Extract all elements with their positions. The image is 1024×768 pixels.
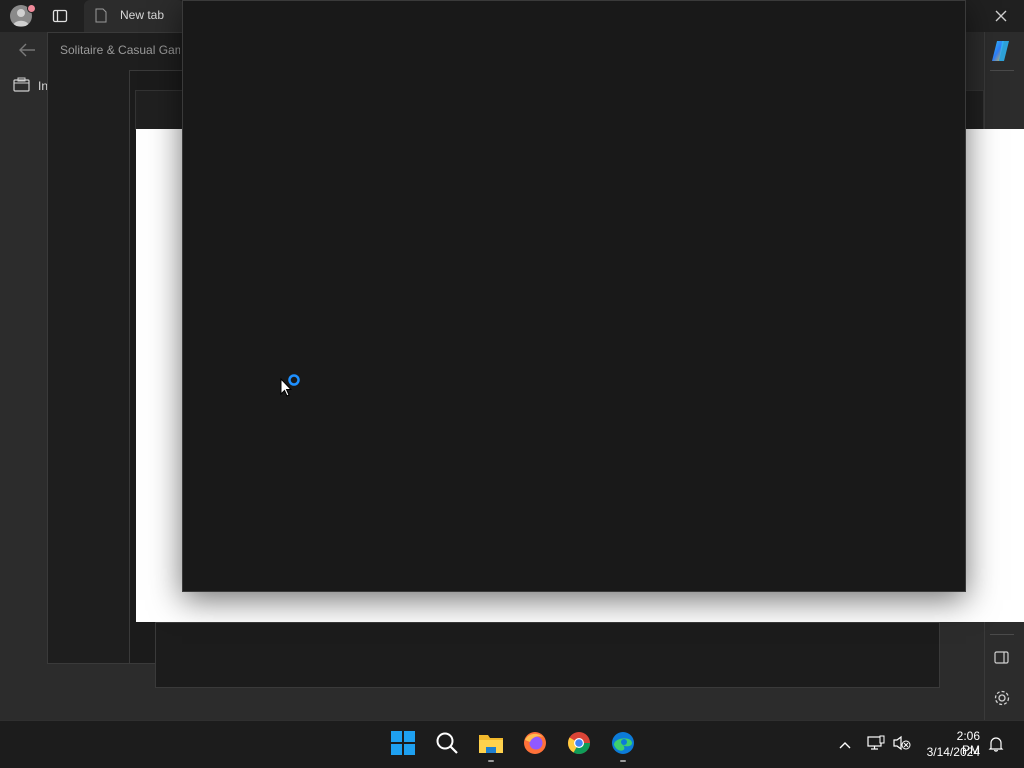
firefox-icon — [524, 732, 546, 754]
browser-side-area — [0, 68, 47, 720]
notification-dot — [27, 4, 36, 13]
game-window-title: Solitaire & Casual Gam — [60, 43, 180, 57]
close-window-button[interactable] — [994, 9, 1008, 28]
gear-icon — [994, 690, 1010, 706]
sidebar-settings-button[interactable] — [993, 689, 1011, 712]
close-icon — [995, 10, 1007, 22]
clock-date[interactable]: 3/14/2024 — [920, 745, 980, 759]
busy-spinner — [287, 373, 301, 392]
search-button[interactable] — [434, 730, 460, 756]
firefox-button[interactable] — [522, 730, 548, 756]
start-button[interactable] — [390, 730, 416, 756]
back-button[interactable] — [18, 42, 36, 63]
page-icon — [95, 8, 107, 28]
network-icon — [867, 735, 885, 750]
hide-sidebar-button[interactable] — [994, 651, 1009, 669]
game-window-footer — [155, 622, 940, 688]
game-window-front[interactable] — [182, 0, 966, 592]
sidebar-divider — [990, 70, 1014, 71]
edge-button[interactable] — [610, 730, 636, 756]
volume-button[interactable] — [893, 735, 911, 756]
network-button[interactable] — [867, 735, 885, 756]
search-icon — [436, 732, 458, 754]
sidebar-panel-icon — [994, 651, 1009, 664]
tab-label: New tab — [120, 8, 165, 22]
loading-icon — [288, 374, 300, 386]
volume-muted-icon — [893, 735, 911, 751]
chrome-button[interactable] — [566, 730, 592, 756]
bell-icon — [988, 737, 1004, 752]
running-indicator — [488, 760, 494, 762]
running-indicator — [620, 760, 626, 762]
notifications-button[interactable] — [988, 736, 1004, 757]
copilot-icon — [992, 41, 1009, 61]
collections-icon — [13, 77, 30, 92]
copilot-button[interactable] — [989, 38, 1015, 69]
edge-icon — [612, 732, 634, 754]
chevron-up-icon — [839, 742, 851, 749]
folder-icon — [479, 735, 503, 753]
tab-actions-icon — [52, 9, 68, 23]
chrome-icon — [568, 732, 590, 754]
collections-button[interactable] — [13, 77, 31, 98]
show-hidden-icons-button[interactable] — [838, 737, 852, 755]
windows-start-icon — [391, 731, 415, 755]
file-explorer-button[interactable] — [478, 730, 504, 756]
sidebar-divider-bottom — [990, 634, 1014, 635]
back-arrow-icon — [19, 43, 35, 57]
tab-actions-button[interactable] — [52, 8, 68, 29]
